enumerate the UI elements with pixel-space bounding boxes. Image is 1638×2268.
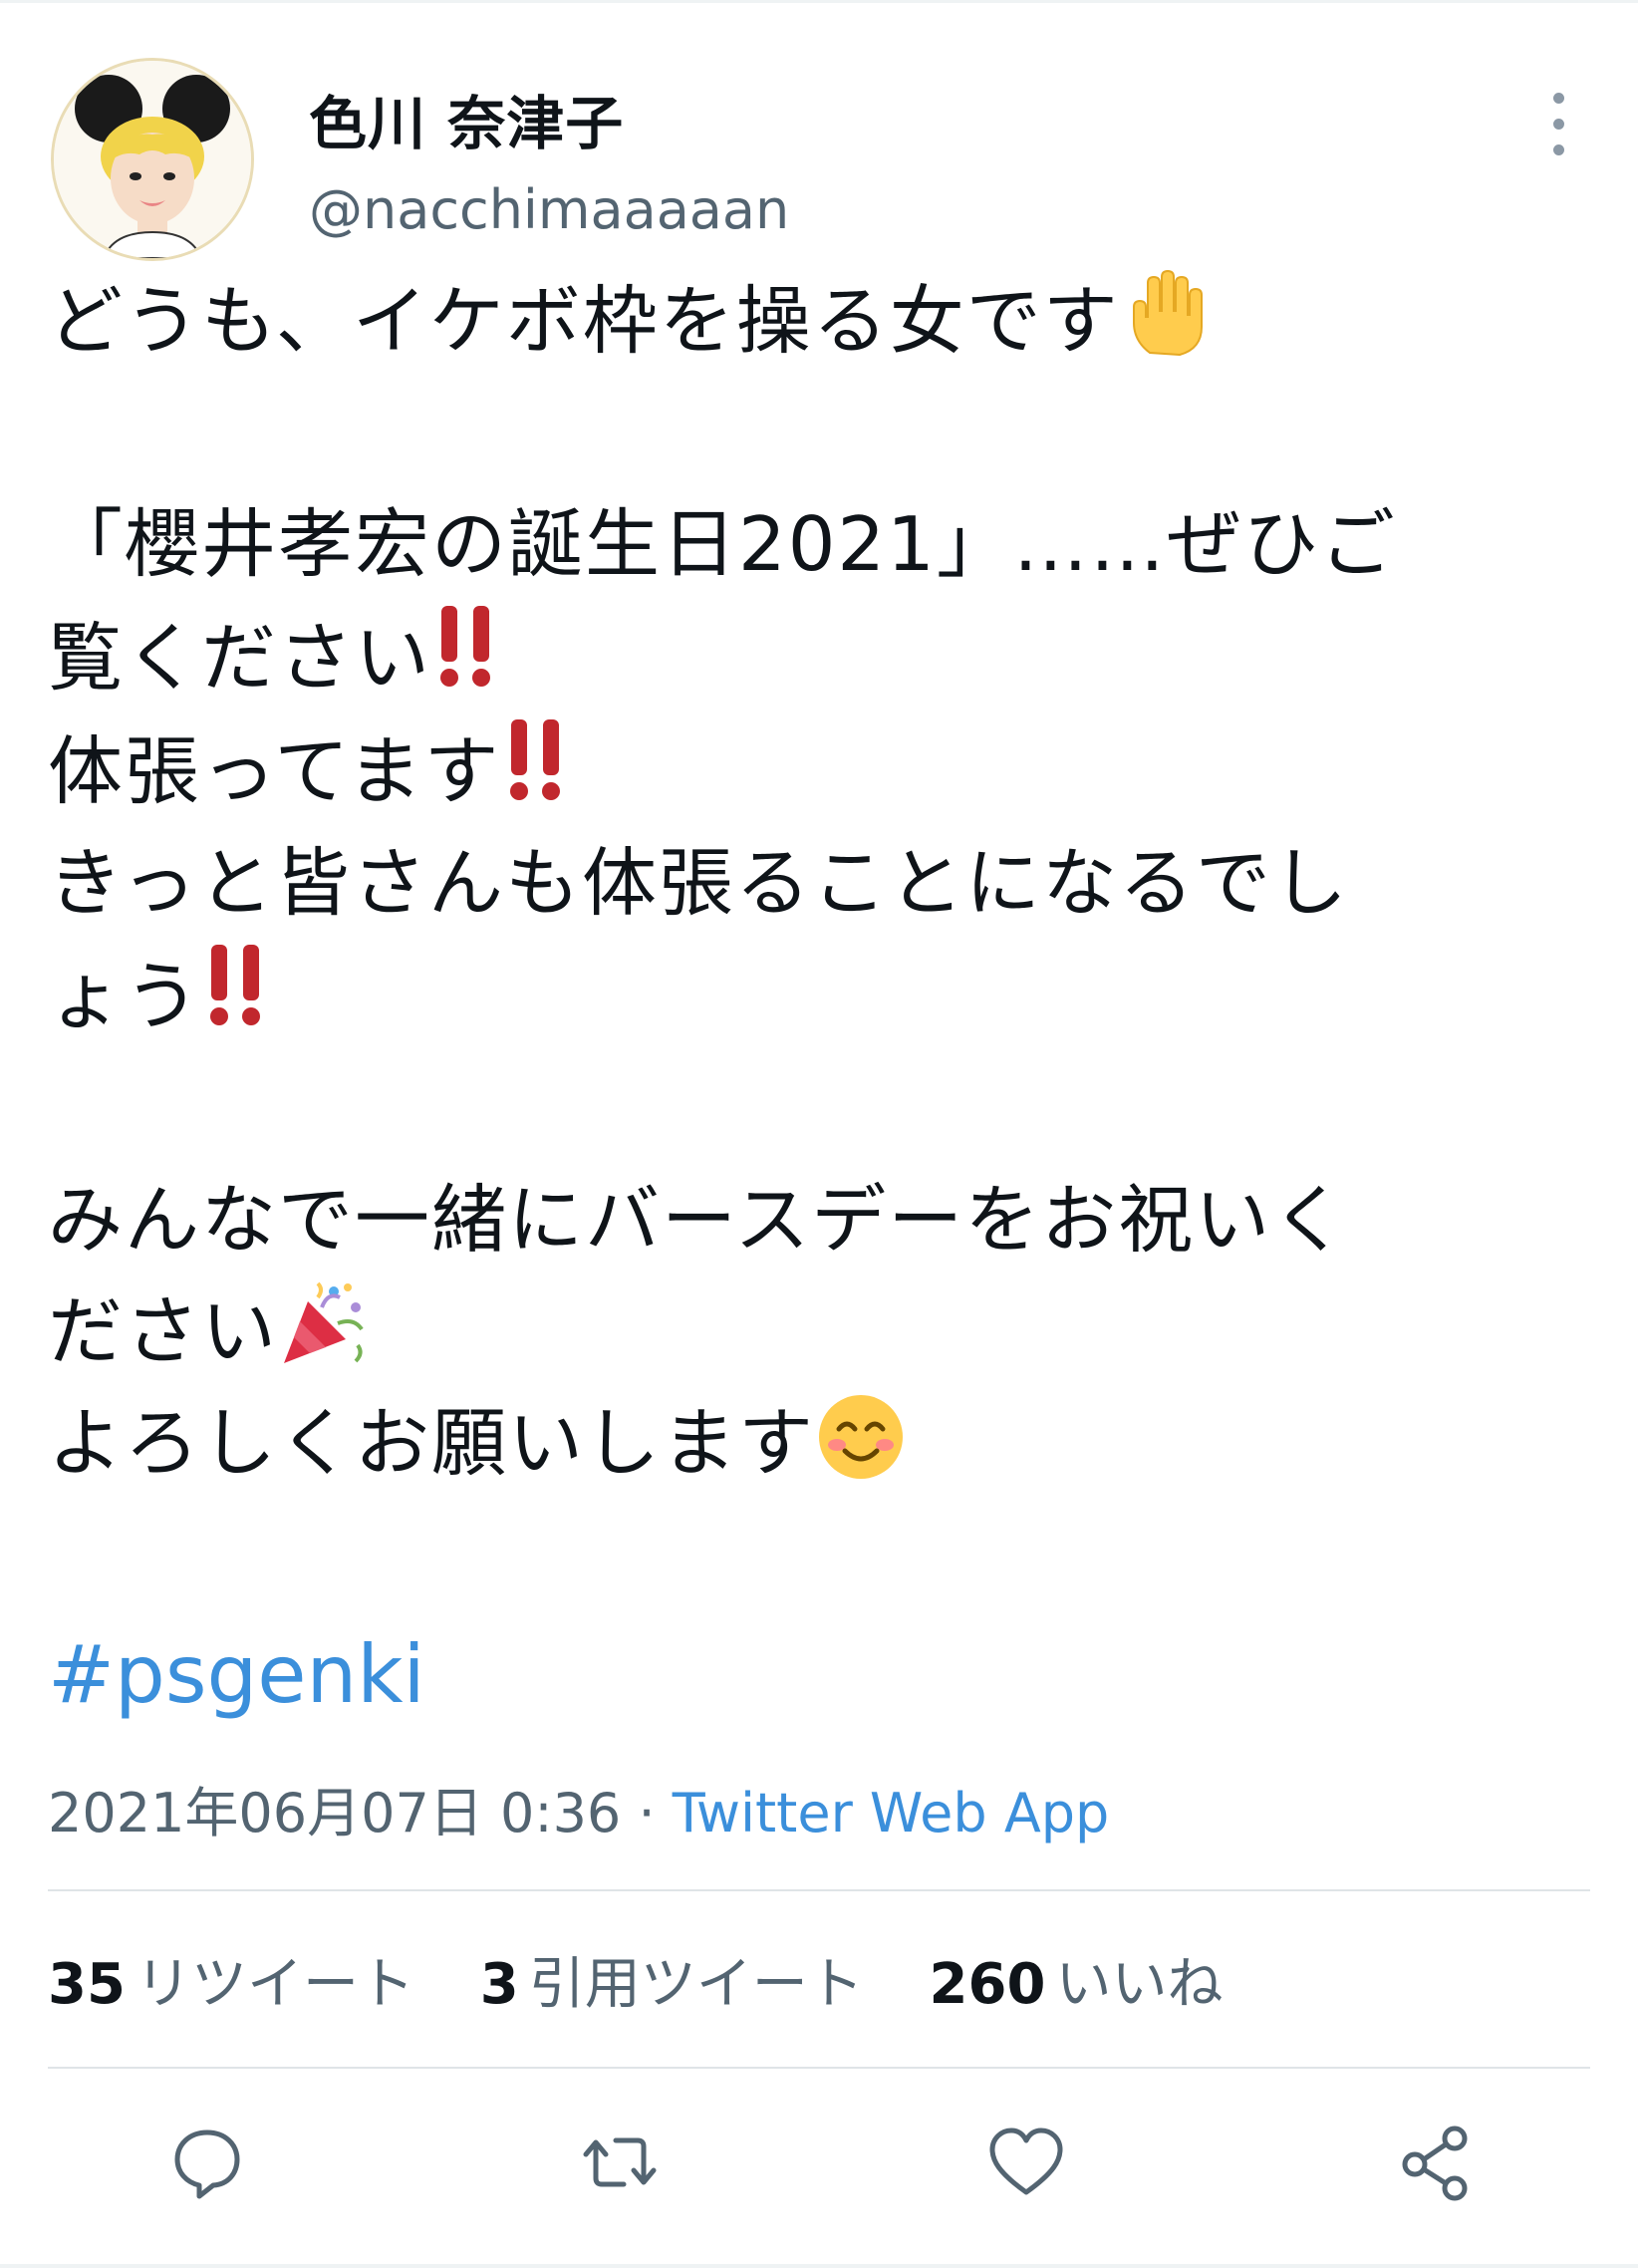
quotes-stat[interactable]: 3 引用ツイート	[480, 1939, 864, 2020]
retweet-icon[interactable]	[580, 2123, 660, 2202]
tweet-line: 体張ってます	[48, 727, 501, 815]
author-display-name[interactable]: 色川 奈津子	[309, 77, 624, 160]
source-link[interactable]: Twitter Web App	[673, 1782, 1110, 1844]
tweet-line: よろしくお願いします	[48, 1399, 816, 1487]
author-handle[interactable]: @nacchimaaaaan	[309, 178, 789, 241]
tweet-actions	[48, 2123, 1590, 2202]
avatar-illustration	[54, 61, 251, 258]
more-icon[interactable]	[1538, 89, 1578, 160]
smiling-face-emoji-icon	[815, 1389, 907, 1481]
likes-stat[interactable]: 260 いいね	[930, 1939, 1224, 2020]
bottom-divider	[0, 2264, 1638, 2268]
double-exclamation-emoji-icon	[431, 600, 501, 690]
tweet-meta: 2021年06月07日 0:36 · Twitter Web App	[48, 1769, 1109, 1847]
timestamp[interactable]: 2021年06月07日 0:36	[48, 1782, 621, 1844]
double-exclamation-emoji-icon	[201, 939, 271, 1028]
tweet-line: ょう	[48, 953, 202, 1040]
divider	[48, 2067, 1590, 2069]
top-divider	[0, 0, 1638, 3]
hashtag-link[interactable]: #psgenki	[48, 1628, 425, 1721]
quotes-label: 引用ツイート	[528, 1952, 864, 2017]
tweet-line: 覧ください	[48, 614, 432, 702]
retweets-stat[interactable]: 35 リツイート	[48, 1939, 414, 2020]
reply-icon[interactable]	[167, 2123, 247, 2202]
tweet-text: どうも、イケボ枠を操る女です 「櫻井孝宏の誕生日2021」……ぜひご 覧ください…	[48, 265, 1590, 1499]
party-popper-emoji-icon	[278, 1277, 370, 1369]
tweet-line: どうも、イケボ枠を操る女です	[48, 277, 1120, 365]
share-icon[interactable]	[1397, 2123, 1477, 2202]
tweet-line: みんなで一緒にバースデーをお祝いく	[48, 1176, 1349, 1264]
double-exclamation-emoji-icon	[501, 713, 571, 803]
quotes-count: 3	[479, 1952, 519, 2017]
tweet-line: 「櫻井孝宏の誕生日2021」……ぜひご	[48, 500, 1397, 588]
meta-separator: ·	[621, 1782, 673, 1844]
heart-icon[interactable]	[986, 2123, 1066, 2202]
likes-label: いいね	[1055, 1952, 1224, 2017]
likes-count: 260	[929, 1952, 1046, 2017]
avatar[interactable]	[51, 58, 254, 261]
tweet-line: きっと皆さんも体張ることになるでし	[48, 839, 1350, 927]
retweets-count: 35	[48, 1952, 126, 2017]
raised-hand-emoji-icon	[1120, 267, 1212, 359]
tweet-stats: 35 リツイート 3 引用ツイート 260 いいね	[48, 1939, 1270, 2020]
retweets-label: リツイート	[135, 1952, 414, 2017]
divider	[48, 1889, 1590, 1891]
tweet-line: ださい	[48, 1287, 279, 1375]
tweet-header: 色川 奈津子 @nacchimaaaaan	[48, 55, 1590, 264]
